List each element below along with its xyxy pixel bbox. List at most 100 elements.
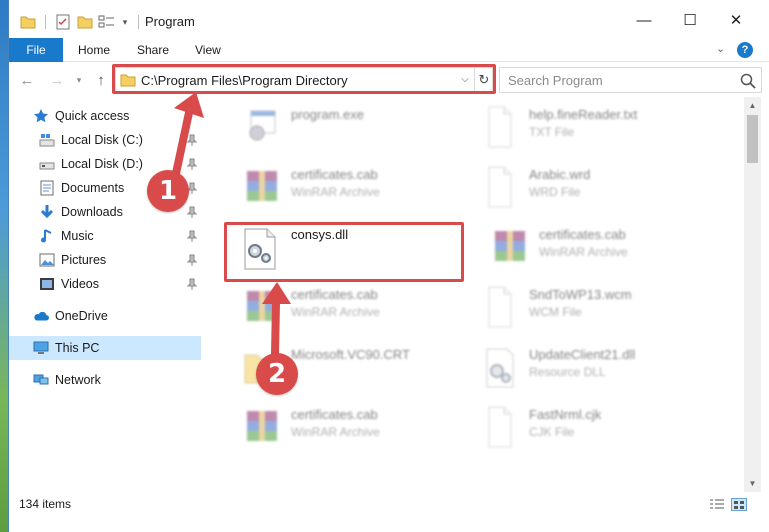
pictures-icon [39, 252, 55, 268]
properties-icon[interactable] [54, 14, 72, 30]
sidebar-item-label: Downloads [61, 205, 123, 219]
up-button[interactable]: ↑ [91, 71, 111, 89]
pin-icon[interactable] [186, 230, 198, 242]
pin-icon[interactable] [186, 206, 198, 218]
sidebar-item-label: Local Disk (D:) [61, 157, 143, 171]
file-name: SndToWP13.wcm [529, 287, 632, 302]
file-type: WinRAR Archive [291, 185, 380, 199]
sidebar-item-label: Local Disk (C:) [61, 133, 143, 147]
quick-access-toolbar: ▾ [19, 12, 143, 32]
file-name: certificates.cab [291, 407, 378, 422]
scroll-up-button[interactable]: ▲ [744, 97, 761, 114]
sidebar-item-network[interactable]: Network [9, 368, 201, 392]
sidebar-item-videos[interactable]: Videos [9, 272, 201, 296]
file-item[interactable]: Arabic.wrd WRD File [465, 159, 695, 217]
address-bar-highlight [112, 64, 496, 94]
sidebar-item-label: Music [61, 229, 94, 243]
star-icon [33, 108, 49, 124]
file-name: UpdateClient21.dll [529, 347, 636, 362]
document-icon [475, 403, 523, 451]
back-button[interactable]: ← [17, 71, 37, 89]
file-name: certificates.cab [539, 227, 626, 242]
file-type: WCM File [529, 305, 582, 319]
sidebar-item-quick-access[interactable]: Quick access [9, 104, 201, 128]
tab-view[interactable]: View [195, 38, 221, 62]
sidebar-item-onedrive[interactable]: OneDrive [9, 304, 201, 328]
sidebar-item-label: Videos [61, 277, 99, 291]
file-name: FastNrml.cjk [529, 407, 602, 422]
tab-home[interactable]: Home [78, 38, 110, 62]
file-type: Resource DLL [529, 365, 606, 379]
scroll-thumb[interactable] [747, 115, 758, 163]
details-view-icon[interactable] [709, 498, 725, 511]
cloud-icon [33, 308, 49, 324]
file-item[interactable]: UpdateClient21.dll Resource DLL [465, 339, 695, 397]
ribbon-tabs: File Home Share View ⌄ ? [9, 38, 769, 62]
window-title: Program [145, 14, 195, 29]
documents-icon [39, 180, 55, 196]
file-type: CJK File [529, 425, 575, 439]
minimize-button[interactable]: — [621, 0, 667, 40]
toolbar-divider [138, 15, 139, 29]
file-type: WinRAR Archive [291, 425, 380, 439]
file-item[interactable]: FastNrml.cjk CJK File [465, 399, 695, 457]
step-1-badge: 1 [147, 170, 189, 212]
document-icon [475, 163, 523, 211]
file-item[interactable]: certificates.cab WinRAR Archive [227, 159, 457, 217]
file-type: WinRAR Archive [539, 245, 628, 259]
file-item[interactable]: program.exe [227, 99, 457, 157]
maximize-button[interactable]: ☐ [667, 0, 713, 40]
forward-button[interactable]: → [47, 71, 67, 89]
sidebar-item-label: Quick access [55, 109, 130, 123]
videos-icon [39, 276, 55, 292]
file-item[interactable]: help.fineReader.txt TXT File [465, 99, 695, 157]
new-folder-icon[interactable] [76, 14, 94, 30]
file-type: WRD File [529, 185, 581, 199]
item-count: 134 items [19, 497, 72, 511]
step-2-badge: 2 [256, 353, 298, 395]
view-options-icon[interactable] [98, 14, 116, 30]
drive-icon [39, 132, 55, 148]
pin-icon[interactable] [186, 254, 198, 266]
vertical-scrollbar[interactable]: ▲ ▼ [744, 97, 761, 492]
search-icon[interactable] [739, 72, 757, 90]
help-icon[interactable]: ? [737, 42, 753, 58]
folder-icon[interactable] [19, 14, 37, 30]
file-type: TXT File [529, 125, 575, 139]
search-input[interactable]: Search Program [508, 73, 603, 88]
file-item[interactable]: certificates.cab WinRAR Archive [475, 219, 705, 277]
computer-icon [33, 340, 49, 356]
pin-icon[interactable] [186, 158, 198, 170]
sidebar-item-this-pc[interactable]: This PC [9, 336, 201, 360]
winrar-icon [237, 163, 285, 211]
tab-file[interactable]: File [9, 38, 63, 62]
file-name: Microsoft.VC90.CRT [291, 347, 410, 362]
scroll-down-button[interactable]: ▼ [744, 475, 761, 492]
large-icons-view-icon[interactable] [731, 498, 747, 511]
sidebar-item-label: Network [55, 373, 101, 387]
tab-share[interactable]: Share [137, 38, 169, 62]
sidebar-item-label: Documents [61, 181, 125, 195]
close-button[interactable]: ✕ [713, 0, 759, 40]
navigation-pane: Quick access Local Disk (C:) Local Disk … [9, 97, 209, 487]
winrar-icon [485, 223, 533, 271]
title-bar: ▾ Program — ☐ ✕ [9, 0, 769, 40]
pin-icon[interactable] [186, 278, 198, 290]
status-bar: 134 items [9, 492, 769, 516]
sidebar-item-local-disk-c[interactable]: Local Disk (C:) [9, 128, 201, 152]
sidebar-item-music[interactable]: Music [9, 224, 201, 248]
network-icon [33, 372, 49, 388]
file-item[interactable]: SndToWP13.wcm WCM File [465, 279, 695, 337]
search-box[interactable]: Search Program [499, 67, 762, 93]
file-item[interactable]: certificates.cab WinRAR Archive [227, 279, 457, 337]
sidebar-item-pictures[interactable]: Pictures [9, 248, 201, 272]
recent-locations-button[interactable]: ▾ [73, 71, 85, 89]
file-list: program.exe help.fineReader.txt TXT File… [219, 97, 744, 487]
customize-toolbar-icon[interactable]: ▾ [120, 14, 130, 30]
file-name: certificates.cab [291, 287, 378, 302]
sidebar-item-label: Pictures [61, 253, 107, 267]
file-item[interactable]: certificates.cab WinRAR Archive [227, 399, 457, 457]
pin-icon[interactable] [186, 134, 198, 146]
toolbar-divider [45, 15, 46, 29]
expand-ribbon-icon[interactable]: ⌄ [716, 42, 725, 55]
